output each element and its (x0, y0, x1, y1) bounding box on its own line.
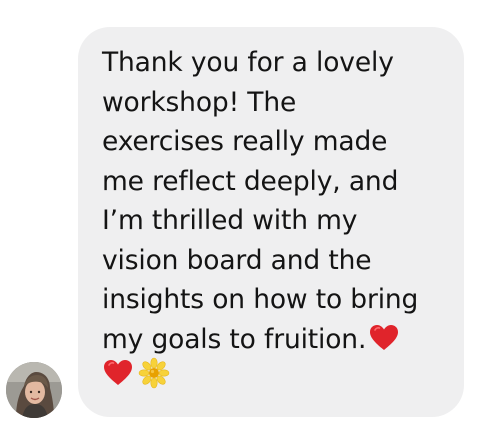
message-line: I’m thrilled with my (102, 205, 358, 236)
message-line: workshop! The (102, 86, 297, 118)
message-line: vision board and the (102, 244, 372, 276)
message-line: Thank you for a lovely (102, 47, 394, 78)
red-heart-icon (368, 322, 400, 354)
message-line: me reflect deeply, and (102, 165, 399, 197)
emoji-line (102, 357, 442, 399)
message-line: insights on how to bring (102, 284, 419, 315)
message-text: Thank you for a lovely workshop! The exe… (102, 43, 442, 359)
avatar-photo (6, 362, 62, 418)
avatar[interactable] (6, 362, 62, 418)
chat-message-row: Thank you for a lovely workshop! The exe… (0, 0, 490, 434)
message-line: exercises really made (102, 126, 388, 157)
daisy-icon (138, 357, 170, 389)
message-line: my goals to fruition. (102, 323, 367, 355)
red-heart-icon (102, 357, 134, 389)
message-bubble[interactable]: Thank you for a lovely workshop! The exe… (78, 27, 464, 417)
